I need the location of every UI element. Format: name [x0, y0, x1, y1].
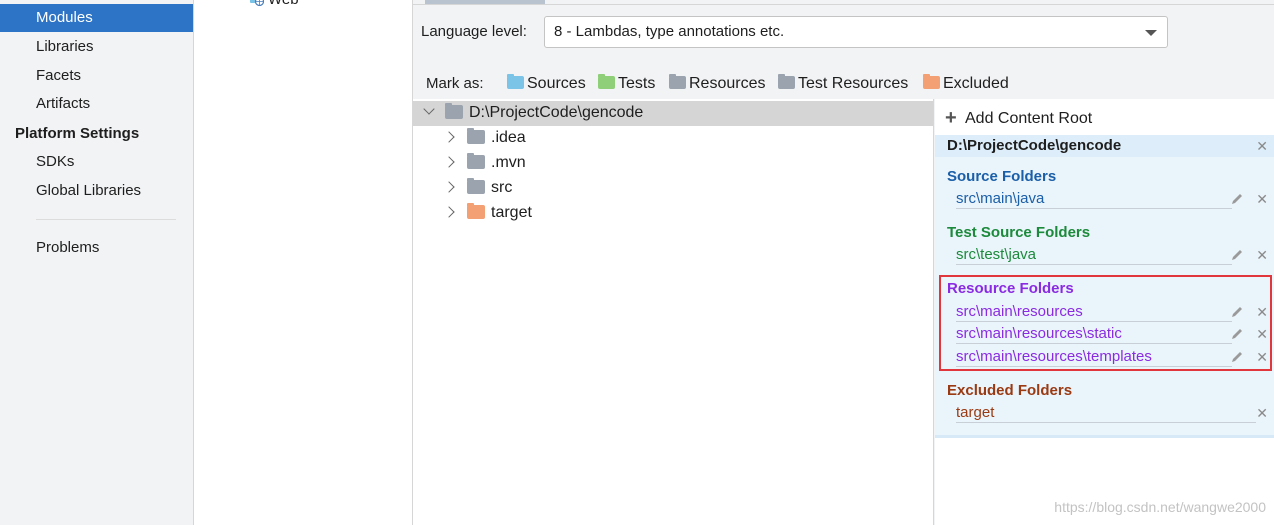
sidebar-item-global-libraries[interactable]: Global Libraries [0, 177, 193, 205]
excluded-folder-icon [923, 74, 940, 89]
content-root-box: D:\ProjectCode\gencode ✕ Source Folders … [935, 135, 1274, 438]
mark-as-sources-button[interactable]: Sources [507, 73, 586, 95]
mark-as-tests-button[interactable]: Tests [598, 73, 655, 95]
chevron-right-icon[interactable] [443, 131, 455, 143]
tree-item-label: src [491, 179, 513, 196]
tree-item-label: .mvn [491, 154, 526, 171]
folder-icon [467, 153, 485, 169]
source-folders-title: Source Folders [947, 168, 1057, 185]
folder-icon [467, 128, 485, 144]
platform-settings-header: Platform Settings [15, 125, 140, 142]
watermark: https://blog.csdn.net/wangwe2000 [1054, 499, 1266, 515]
resources-folder-icon [669, 74, 686, 89]
module-content-panel: Language level: 8 - Lambdas, type annota… [413, 0, 1274, 525]
source-folder-item[interactable]: src\main\java [956, 189, 1232, 209]
add-content-root-label: Add Content Root [965, 110, 1093, 127]
sidebar-item-sdks[interactable]: SDKs [0, 148, 193, 176]
excluded-folders-title: Excluded Folders [947, 382, 1073, 399]
sidebar-item-artifacts[interactable]: Artifacts [0, 90, 193, 118]
tree-item-label: target [491, 204, 532, 221]
pencil-icon[interactable] [1230, 248, 1244, 262]
sidebar-divider [36, 219, 176, 220]
pencil-icon[interactable] [1230, 192, 1244, 206]
sidebar-item-facets[interactable]: Facets [0, 62, 193, 90]
chevron-down-icon [1145, 30, 1157, 36]
chevron-right-icon[interactable] [443, 206, 455, 218]
tree-root-node[interactable]: D:\ProjectCode\gencode [423, 101, 644, 125]
tree-item-label: .idea [491, 129, 526, 146]
language-level-select[interactable]: 8 - Lambdas, type annotations etc. [544, 16, 1168, 48]
test-resources-folder-icon [778, 74, 795, 89]
excluded-folder-item[interactable]: target [956, 403, 1256, 423]
web-facet-icon [250, 0, 265, 7]
mark-as-tests-label: Tests [618, 75, 656, 92]
close-icon[interactable]: ✕ [1256, 247, 1268, 263]
close-icon[interactable]: ✕ [1256, 138, 1268, 154]
tree-item-src[interactable]: src [443, 176, 513, 200]
module-tree-panel: Web [194, 0, 413, 525]
web-label: Web [268, 0, 299, 8]
folder-icon [445, 103, 463, 119]
chevron-right-icon[interactable] [443, 156, 455, 168]
add-content-root-button[interactable]: + Add Content Root [945, 107, 1092, 129]
language-level-label: Language level: [421, 23, 527, 40]
module-tree-item-web[interactable]: Web [250, 0, 299, 10]
excluded-folder-icon [467, 203, 485, 219]
chevron-right-icon[interactable] [443, 181, 455, 193]
mark-as-label: Mark as: [426, 75, 484, 92]
mark-as-test-resources-button[interactable]: Test Resources [778, 73, 908, 95]
tree-item-mvn[interactable]: .mvn [443, 151, 526, 175]
tab-divider [413, 4, 1274, 5]
content-root-path: D:\ProjectCode\gencode [947, 137, 1122, 154]
close-icon[interactable]: ✕ [1256, 405, 1268, 421]
sidebar-item-problems[interactable]: Problems [0, 234, 193, 262]
sources-folder-icon [507, 74, 524, 89]
tree-root-row[interactable]: D:\ProjectCode\gencode [413, 101, 933, 126]
mark-as-resources-button[interactable]: Resources [669, 73, 765, 95]
test-source-folders-title: Test Source Folders [947, 224, 1091, 241]
folder-icon [467, 178, 485, 194]
chevron-down-icon[interactable] [423, 103, 435, 115]
mark-as-sources-label: Sources [527, 75, 586, 92]
plus-icon: + [945, 107, 957, 129]
language-level-value: 8 - Lambdas, type annotations etc. [554, 23, 785, 40]
test-source-folder-item[interactable]: src\test\java [956, 245, 1232, 265]
sidebar-item-libraries[interactable]: Libraries [0, 33, 193, 61]
folder-tree: D:\ProjectCode\gencode .idea .mvn src ta… [413, 99, 934, 525]
tests-folder-icon [598, 74, 615, 89]
tree-item-target[interactable]: target [443, 201, 532, 225]
close-icon[interactable]: ✕ [1256, 191, 1268, 207]
content-root-header: D:\ProjectCode\gencode ✕ [935, 135, 1274, 157]
tree-root-label: D:\ProjectCode\gencode [469, 104, 644, 121]
mark-as-excluded-label: Excluded [943, 75, 1009, 92]
resource-folders-highlight [939, 275, 1272, 371]
settings-sidebar: Modules Libraries Facets Artifacts Platf… [0, 0, 194, 525]
mark-as-resources-label: Resources [689, 75, 766, 92]
tree-item-idea[interactable]: .idea [443, 126, 526, 150]
mark-as-test-resources-label: Test Resources [798, 75, 909, 92]
sidebar-item-modules[interactable]: Modules [0, 4, 193, 32]
mark-as-excluded-button[interactable]: Excluded [923, 73, 1009, 95]
content-roots-panel: + Add Content Root D:\ProjectCode\gencode… [935, 99, 1274, 525]
